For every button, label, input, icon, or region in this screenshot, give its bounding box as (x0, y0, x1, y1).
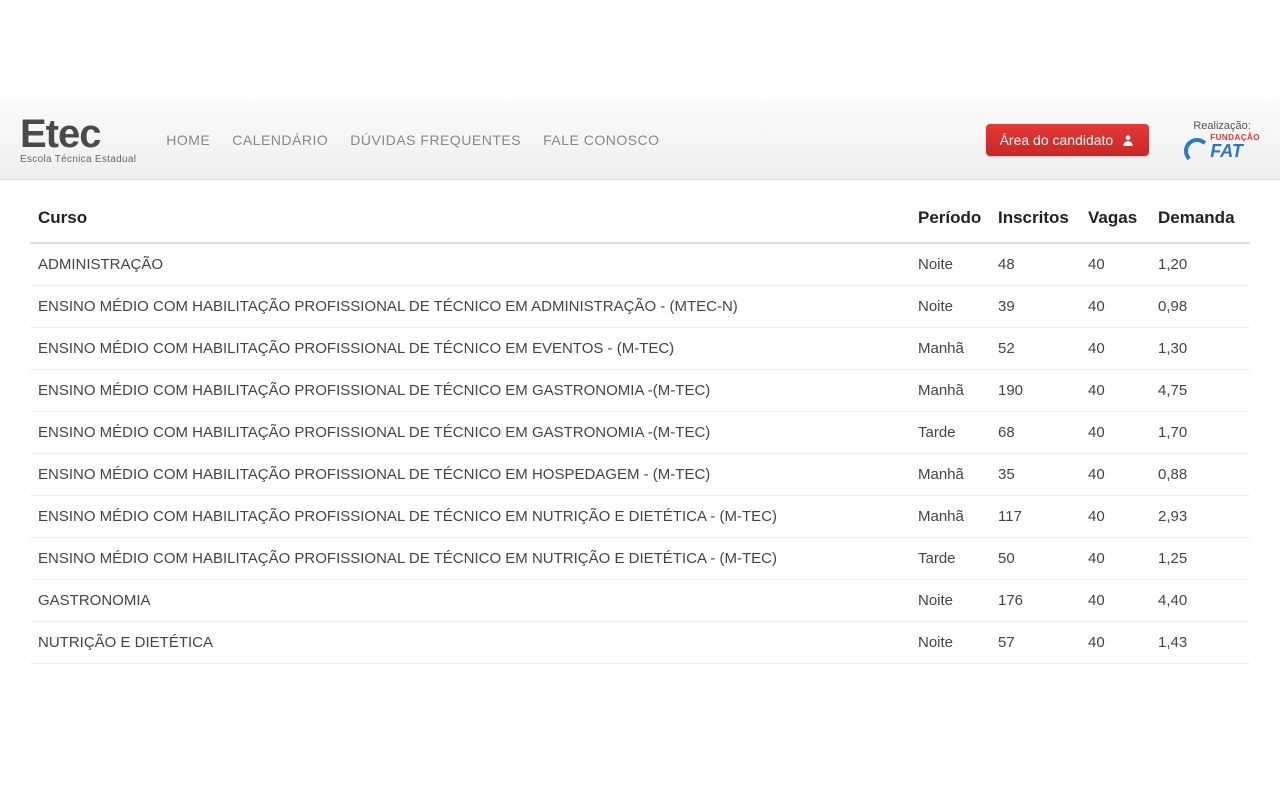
logo-main: Etec (20, 114, 136, 154)
cell-vagas: 40 (1080, 454, 1150, 496)
cell-curso: ADMINISTRAÇÃO (30, 243, 910, 286)
site-header: Etec Escola Técnica Estadual HOME CALEND… (0, 100, 1280, 180)
cell-inscritos: 50 (990, 538, 1080, 580)
cell-demanda: 4,40 (1150, 580, 1250, 622)
cell-inscritos: 39 (990, 286, 1080, 328)
realizacao-block: Realização: FUNDAÇÃO FAT (1184, 120, 1260, 160)
table-row: GASTRONOMIANoite176404,40 (30, 580, 1250, 622)
th-inscritos: Inscritos (990, 198, 1080, 243)
cell-vagas: 40 (1080, 622, 1150, 664)
cell-curso: ENSINO MÉDIO COM HABILITAÇÃO PROFISSIONA… (30, 454, 910, 496)
nav-calendario[interactable]: CALENDÁRIO (232, 132, 328, 148)
cell-vagas: 40 (1080, 328, 1150, 370)
courses-table: Curso Período Inscritos Vagas Demanda AD… (30, 198, 1250, 664)
table-row: ENSINO MÉDIO COM HABILITAÇÃO PROFISSIONA… (30, 286, 1250, 328)
realizacao-label: Realização: (1193, 120, 1250, 132)
th-periodo: Período (910, 198, 990, 243)
fat-swirl-icon (1184, 138, 1206, 156)
cell-vagas: 40 (1080, 370, 1150, 412)
cell-curso: ENSINO MÉDIO COM HABILITAÇÃO PROFISSIONA… (30, 328, 910, 370)
logo-sub: Escola Técnica Estadual (20, 154, 136, 165)
main-nav: HOME CALENDÁRIO DÚVIDAS FREQUENTES FALE … (166, 132, 985, 148)
cell-curso: ENSINO MÉDIO COM HABILITAÇÃO PROFISSIONA… (30, 370, 910, 412)
cell-demanda: 1,30 (1150, 328, 1250, 370)
fat-logo: FUNDAÇÃO FAT (1184, 134, 1260, 160)
cell-periodo: Noite (910, 243, 990, 286)
cell-periodo: Noite (910, 622, 990, 664)
cell-demanda: 1,70 (1150, 412, 1250, 454)
cell-inscritos: 57 (990, 622, 1080, 664)
nav-fale-conosco[interactable]: FALE CONOSCO (543, 132, 659, 148)
table-row: ENSINO MÉDIO COM HABILITAÇÃO PROFISSIONA… (30, 454, 1250, 496)
cell-inscritos: 176 (990, 580, 1080, 622)
th-demanda: Demanda (1150, 198, 1250, 243)
table-row: NUTRIÇÃO E DIETÉTICANoite57401,43 (30, 622, 1250, 664)
candidate-area-label: Área do candidato (1000, 132, 1114, 148)
cell-inscritos: 52 (990, 328, 1080, 370)
cell-curso: GASTRONOMIA (30, 580, 910, 622)
cell-inscritos: 35 (990, 454, 1080, 496)
cell-periodo: Tarde (910, 538, 990, 580)
cell-vagas: 40 (1080, 580, 1150, 622)
cell-vagas: 40 (1080, 496, 1150, 538)
cell-demanda: 4,75 (1150, 370, 1250, 412)
cell-curso: ENSINO MÉDIO COM HABILITAÇÃO PROFISSIONA… (30, 496, 910, 538)
table-row: ADMINISTRAÇÃONoite48401,20 (30, 243, 1250, 286)
cell-curso: ENSINO MÉDIO COM HABILITAÇÃO PROFISSIONA… (30, 412, 910, 454)
cell-inscritos: 68 (990, 412, 1080, 454)
cell-inscritos: 190 (990, 370, 1080, 412)
table-row: ENSINO MÉDIO COM HABILITAÇÃO PROFISSIONA… (30, 328, 1250, 370)
cell-periodo: Noite (910, 286, 990, 328)
nav-duvidas[interactable]: DÚVIDAS FREQUENTES (350, 132, 521, 148)
cell-demanda: 1,43 (1150, 622, 1250, 664)
cell-vagas: 40 (1080, 412, 1150, 454)
cell-vagas: 40 (1080, 243, 1150, 286)
cell-curso: ENSINO MÉDIO COM HABILITAÇÃO PROFISSIONA… (30, 286, 910, 328)
cell-periodo: Noite (910, 580, 990, 622)
cell-demanda: 1,25 (1150, 538, 1250, 580)
cell-periodo: Tarde (910, 412, 990, 454)
nav-home[interactable]: HOME (166, 132, 210, 148)
th-vagas: Vagas (1080, 198, 1150, 243)
cell-curso: ENSINO MÉDIO COM HABILITAÇÃO PROFISSIONA… (30, 538, 910, 580)
cell-curso: NUTRIÇÃO E DIETÉTICA (30, 622, 910, 664)
table-row: ENSINO MÉDIO COM HABILITAÇÃO PROFISSIONA… (30, 370, 1250, 412)
cell-vagas: 40 (1080, 286, 1150, 328)
fat-main: FAT (1210, 142, 1260, 160)
table-row: ENSINO MÉDIO COM HABILITAÇÃO PROFISSIONA… (30, 538, 1250, 580)
table-row: ENSINO MÉDIO COM HABILITAÇÃO PROFISSIONA… (30, 412, 1250, 454)
cell-inscritos: 117 (990, 496, 1080, 538)
cell-demanda: 0,88 (1150, 454, 1250, 496)
cell-inscritos: 48 (990, 243, 1080, 286)
th-curso: Curso (30, 198, 910, 243)
cell-periodo: Manhã (910, 454, 990, 496)
cell-periodo: Manhã (910, 328, 990, 370)
content-area: Curso Período Inscritos Vagas Demanda AD… (0, 180, 1280, 682)
user-icon (1121, 133, 1135, 147)
cell-periodo: Manhã (910, 496, 990, 538)
cell-periodo: Manhã (910, 370, 990, 412)
cell-demanda: 0,98 (1150, 286, 1250, 328)
table-row: ENSINO MÉDIO COM HABILITAÇÃO PROFISSIONA… (30, 496, 1250, 538)
candidate-area-button[interactable]: Área do candidato (986, 124, 1150, 156)
cell-vagas: 40 (1080, 538, 1150, 580)
cell-demanda: 1,20 (1150, 243, 1250, 286)
etec-logo: Etec Escola Técnica Estadual (20, 114, 136, 165)
cell-demanda: 2,93 (1150, 496, 1250, 538)
